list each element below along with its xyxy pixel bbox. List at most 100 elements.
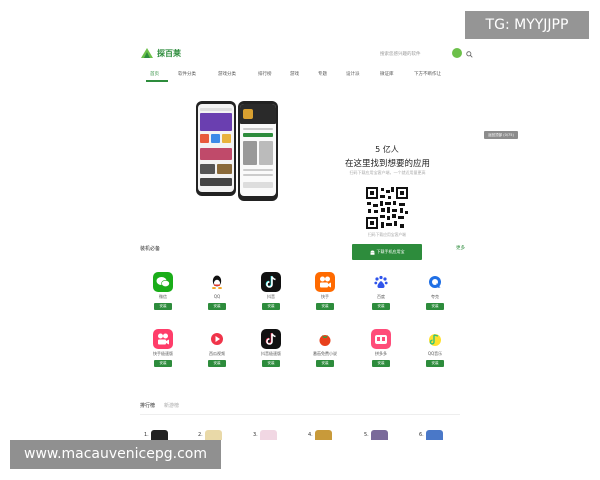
- essentials-more-link[interactable]: 更多: [456, 245, 465, 251]
- app-store-page: 探百莱 搜索您感兴趣的软件 首页 软件分类 游戏分类 排行榜 游戏 专题 设计派…: [130, 42, 518, 440]
- app-card-quark[interactable]: 夸克 安装: [422, 272, 448, 316]
- search-box[interactable]: 搜索您感兴趣的软件: [380, 48, 480, 60]
- url-watermark: www.macauvenicepg.com: [10, 440, 221, 469]
- app-name: 抖音极速版: [261, 351, 281, 356]
- install-button[interactable]: 安装: [372, 303, 390, 310]
- install-button[interactable]: 安装: [154, 303, 172, 310]
- install-button[interactable]: 安装: [154, 360, 172, 367]
- xigua-icon[interactable]: [207, 329, 227, 349]
- ranking-item[interactable]: 3.: [253, 430, 277, 440]
- qr-caption: 扫码下载应用宝客户端: [368, 232, 406, 237]
- hero-user-count: 5 亿人: [375, 145, 399, 154]
- qqmusic-icon[interactable]: [425, 329, 445, 349]
- rank-number: 3.: [253, 432, 258, 438]
- app-name: QQ: [213, 294, 221, 299]
- app-name: 快手: [321, 294, 329, 299]
- app-card-wechat[interactable]: 微信 安装: [150, 272, 176, 316]
- nav-item-topics[interactable]: 专题: [318, 71, 327, 77]
- nav-item-more[interactable]: 下方不断作让: [414, 71, 441, 77]
- app-card-douyin[interactable]: 抖音 安装: [258, 272, 284, 316]
- rank-app-3-icon[interactable]: [259, 430, 277, 440]
- baidu-icon[interactable]: [371, 272, 391, 292]
- site-logo[interactable]: 探百莱: [140, 46, 181, 60]
- nav-item-home[interactable]: 首页: [150, 71, 159, 77]
- install-button[interactable]: 安装: [262, 360, 280, 367]
- install-button[interactable]: 安装: [208, 303, 226, 310]
- install-button[interactable]: 安装: [426, 360, 444, 367]
- qq-icon[interactable]: [207, 272, 227, 292]
- rank-number: 1.: [144, 432, 149, 438]
- app-card-xigua[interactable]: 西瓜视频 安装: [204, 329, 230, 373]
- essentials-title: 装机必备: [140, 246, 161, 252]
- ranking-item[interactable]: 1.: [144, 430, 168, 440]
- hero-subtitle: 扫码下载应用宝客户端，一个就近用量更高: [349, 170, 426, 175]
- download-label: 下载手机应用宝: [376, 249, 405, 254]
- ranking-item[interactable]: 4.: [308, 430, 332, 440]
- app-card-pinduoduo[interactable]: 拼多多 安装: [368, 329, 394, 373]
- logo-icon: [141, 48, 153, 58]
- top-bar: 探百莱 搜索您感兴趣的软件: [130, 42, 518, 68]
- logo-text: 探百莱: [157, 48, 181, 58]
- app-name: 快手极速版: [153, 351, 173, 356]
- install-button[interactable]: 安装: [372, 360, 390, 367]
- douyin-icon[interactable]: [261, 272, 281, 292]
- rank-app-4-icon[interactable]: [314, 430, 332, 440]
- rank-number: 4.: [308, 432, 313, 438]
- ranking-item[interactable]: 6.: [419, 430, 443, 440]
- nav-item-library[interactable]: 微证库: [380, 71, 394, 77]
- app-card-qqmusic[interactable]: QQ音乐 安装: [422, 329, 448, 373]
- search-icon[interactable]: [466, 50, 473, 58]
- quark-icon[interactable]: [425, 272, 445, 292]
- douyin-lite-icon[interactable]: [261, 329, 281, 349]
- app-card-baidu[interactable]: 百度 安装: [368, 272, 394, 316]
- tg-watermark: TG: MYYJJPP: [465, 11, 589, 39]
- app-name: 拼多多: [375, 351, 387, 356]
- phone-screen-left: [198, 104, 234, 192]
- nav-item-design[interactable]: 设计派: [346, 71, 360, 77]
- app-name: 抖音: [267, 294, 275, 299]
- fanqie-icon[interactable]: [315, 329, 335, 349]
- app-card-fanqie[interactable]: 番茄免费小说 安装: [312, 329, 338, 373]
- wechat-icon[interactable]: [153, 272, 173, 292]
- app-name: 微信: [159, 294, 167, 299]
- install-button[interactable]: 安装: [208, 360, 226, 367]
- ranking-item[interactable]: 2.: [198, 430, 222, 440]
- user-avatar-icon[interactable]: [452, 48, 462, 58]
- qr-code-icon: [365, 186, 409, 230]
- rank-app-1-icon[interactable]: [150, 430, 168, 440]
- phone-mockup-right: [238, 101, 278, 201]
- app-card-qq[interactable]: QQ 安装: [204, 272, 230, 316]
- install-button[interactable]: 安装: [316, 303, 334, 310]
- rank-app-5-icon[interactable]: [370, 430, 388, 440]
- phone-mockup-left: [196, 101, 236, 196]
- ranking-item[interactable]: 5.: [364, 430, 388, 440]
- nav-item-software[interactable]: 软件分类: [178, 71, 196, 77]
- screenshot-canvas: 探百莱 搜索您感兴趣的软件 首页 软件分类 游戏分类 排行榜 游戏 专题 设计派…: [0, 0, 600, 480]
- rank-app-2-icon[interactable]: [204, 430, 222, 440]
- main-nav: 首页 软件分类 游戏分类 排行榜 游戏 专题 设计派 微证库 下方不断作让: [130, 68, 518, 83]
- install-button[interactable]: 安装: [426, 303, 444, 310]
- kuaishou-icon[interactable]: [315, 272, 335, 292]
- rank-app-6-icon[interactable]: [425, 430, 443, 440]
- nav-item-games-category[interactable]: 游戏分类: [218, 71, 236, 77]
- kuaishou-lite-icon[interactable]: [153, 329, 173, 349]
- tab-new-games[interactable]: 新游榜: [164, 402, 179, 409]
- back-to-top-tooltip[interactable]: 返回顶部 (0/75): [484, 131, 518, 139]
- ranking-divider: [140, 414, 460, 415]
- app-name: 西瓜视频: [209, 351, 225, 356]
- pinduoduo-icon[interactable]: [371, 329, 391, 349]
- app-card-kuaishou[interactable]: 快手 安装: [312, 272, 338, 316]
- rank-number: 5.: [364, 432, 369, 438]
- install-button[interactable]: 安装: [262, 303, 280, 310]
- nav-item-games[interactable]: 游戏: [290, 71, 299, 77]
- download-app-button[interactable]: 下载手机应用宝: [352, 244, 422, 260]
- install-button[interactable]: 安装: [316, 360, 334, 367]
- rank-number: 2.: [198, 432, 203, 438]
- app-card-douyin-lite[interactable]: 抖音极速版 安装: [258, 329, 284, 373]
- app-card-kuaishou-lite[interactable]: 快手极速版 安装: [150, 329, 176, 373]
- nav-item-ranking[interactable]: 排行榜: [258, 71, 272, 77]
- app-name: 百度: [377, 294, 385, 299]
- hero-banner: 5 亿人 在这里找到想要的应用 扫码下载应用宝客户端，一个就近用量更高 扫码下载…: [130, 82, 518, 267]
- tab-ranking[interactable]: 排行榜: [140, 402, 155, 409]
- app-name: 番茄免费小说: [313, 351, 337, 356]
